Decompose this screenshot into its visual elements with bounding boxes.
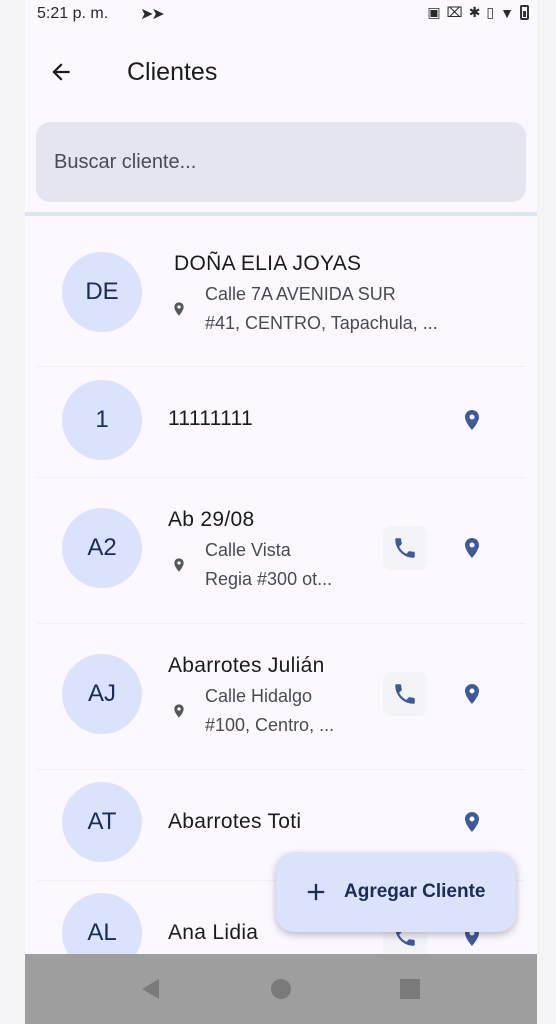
client-name: Abarrotes Julián (168, 654, 325, 677)
status-time: 5:21 p. m. (37, 5, 109, 22)
system-nav-bar (25, 954, 537, 1024)
location-pin-icon (465, 684, 479, 704)
client-avatar: DE (62, 252, 142, 332)
nav-back-icon[interactable] (139, 977, 161, 1001)
search-field[interactable] (36, 122, 526, 202)
location-pin-icon (174, 704, 184, 718)
arrow-back-icon (52, 63, 70, 81)
vibrate-icon: ▯ (486, 4, 495, 20)
map-location-button[interactable] (450, 526, 494, 570)
client-name: Ab 29/08 (168, 508, 255, 531)
cast-icon: ⌧ (446, 4, 463, 20)
status-bar: 5:21 p. m. ➤➤ ▣ ⌧ ✱ ▯ ▼ (25, 0, 537, 30)
client-avatar: AT (62, 782, 142, 862)
client-list-item[interactable]: 1 11111111 (25, 367, 537, 477)
add-client-button[interactable]: Agregar Cliente (276, 852, 516, 932)
bluetooth-icon: ✱ (468, 4, 481, 20)
location-pin-icon (174, 302, 184, 316)
battery-icon (520, 5, 529, 20)
wifi-icon: ▼ (500, 4, 514, 21)
navigation-status-icon: ➤➤ (140, 6, 165, 23)
back-button[interactable] (41, 52, 81, 92)
location-pin-icon (465, 812, 479, 832)
plus-icon (307, 883, 325, 901)
map-location-button[interactable] (450, 800, 494, 844)
client-list[interactable]: DE DOÑA ELIA JOYAS Calle 7A AVENIDA SUR … (25, 216, 537, 954)
location-pin-icon (174, 558, 184, 572)
client-name: Abarrotes Toti (168, 810, 302, 833)
client-name: 11111111 (168, 407, 253, 430)
nav-recents-icon[interactable] (399, 977, 421, 1001)
page-title: Clientes (127, 58, 218, 86)
search-input[interactable] (36, 122, 526, 202)
client-address-line: Calle Vista (205, 540, 291, 560)
phone-icon (395, 538, 415, 558)
client-address: Calle 7A AVENIDA SUR #41, CENTRO, Tapach… (205, 280, 438, 338)
map-location-button[interactable] (450, 672, 494, 716)
client-name: DOÑA ELIA JOYAS (174, 252, 362, 275)
client-list-item[interactable]: DE DOÑA ELIA JOYAS Calle 7A AVENIDA SUR … (25, 216, 537, 366)
map-location-button[interactable] (450, 398, 494, 442)
client-avatar: AJ (62, 654, 142, 734)
client-avatar: 1 (62, 380, 142, 460)
client-address-line: #41, CENTRO, Tapachula, ... (205, 313, 438, 333)
call-button[interactable] (383, 672, 427, 716)
client-avatar: AL (62, 893, 142, 954)
client-address-line: Calle 7A AVENIDA SUR (205, 284, 396, 304)
call-button[interactable] (383, 526, 427, 570)
nav-home-icon[interactable] (270, 977, 292, 1001)
client-avatar: A2 (62, 508, 142, 588)
client-address: Calle Vista Regia #300 ot... (205, 536, 332, 594)
system-icons: ▣ ⌧ ✱ ▯ ▼ (427, 4, 529, 21)
screenshot-icon: ▣ (427, 4, 441, 20)
top-app-bar: Clientes (25, 40, 537, 104)
client-address-line: #100, Centro, ... (205, 715, 335, 735)
location-pin-icon (465, 410, 479, 430)
client-address: Calle Hidalgo #100, Centro, ... (205, 682, 334, 740)
app-frame: 5:21 p. m. ➤➤ ▣ ⌧ ✱ ▯ ▼ Clientes DE DOÑA… (25, 0, 537, 1024)
client-list-item[interactable]: AJ Abarrotes Julián Calle Hidalgo #100, … (25, 624, 537, 769)
add-client-label: Agregar Cliente (344, 881, 486, 902)
client-name: Ana Lidia (168, 921, 259, 944)
location-pin-icon (465, 538, 479, 558)
client-list-item[interactable]: A2 Ab 29/08 Calle Vista Regia #300 ot... (25, 478, 537, 623)
client-address-line: Calle Hidalgo (205, 686, 313, 706)
client-address-line: Regia #300 ot... (205, 569, 333, 589)
phone-icon (395, 684, 415, 704)
